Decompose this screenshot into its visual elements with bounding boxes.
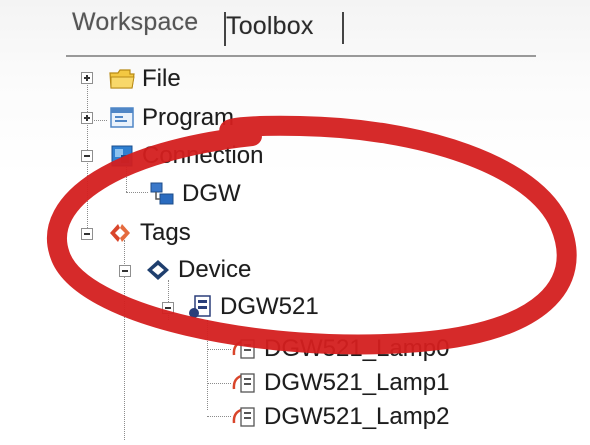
tree-node-label: DGW521_Lamp0 [264,335,450,362]
tags-icon [106,219,134,247]
device-module-icon [186,293,214,321]
collapse-toggle-connection[interactable] [81,150,93,162]
tree-node-dgw521-lamp0[interactable]: DGW521_Lamp0 [230,332,449,366]
tree-node-label: DGW521_Lamp2 [264,403,450,430]
collapse-toggle-device[interactable] [119,265,131,277]
tree-node-label: Connection [142,142,264,169]
tag-item-icon [230,403,258,431]
collapse-toggle-tags[interactable] [81,228,93,240]
tree-node-program[interactable]: Program [108,101,234,135]
tag-item-icon [230,335,258,363]
tree-guide-line [207,383,231,384]
tree-node-label: File [142,65,181,92]
tree-node-label: DGW521_Lamp1 [264,369,450,396]
device-icon [144,256,172,284]
tree-node-label: Device [178,256,252,283]
program-window-icon [108,104,136,132]
tree-node-connection[interactable]: Connection [108,139,263,173]
tree-node-label: DGW [182,180,241,207]
connection-icon [108,142,136,170]
tree-node-label: Tags [140,219,191,246]
network-device-icon [148,180,176,208]
tree-node-label: DGW521 [220,293,319,320]
expand-toggle-file[interactable] [81,72,93,84]
tree-node-dgw521[interactable]: DGW521 [186,290,319,324]
tree-node-device[interactable]: Device [144,253,251,287]
tree-guide-line [207,320,208,410]
tree-node-dgw521-lamp2[interactable]: DGW521_Lamp2 [230,400,449,434]
tree-node-label: Program [142,104,235,131]
tag-item-icon [230,369,258,397]
tree-node-file[interactable]: File [108,62,181,96]
tree-node-tags[interactable]: Tags [106,216,191,250]
folder-icon [108,65,136,93]
tree-guide-line [207,349,231,350]
tree-node-dgw[interactable]: DGW [148,177,241,211]
expand-toggle-program[interactable] [81,112,93,124]
collapse-toggle-dgw521[interactable] [162,302,174,314]
tree-node-dgw521-lamp1[interactable]: DGW521_Lamp1 [230,366,449,400]
tree-guide-line [126,192,148,193]
workspace-tree: File Program Connection DGW Tags Device … [0,0,590,445]
tree-guide-line [207,416,231,417]
